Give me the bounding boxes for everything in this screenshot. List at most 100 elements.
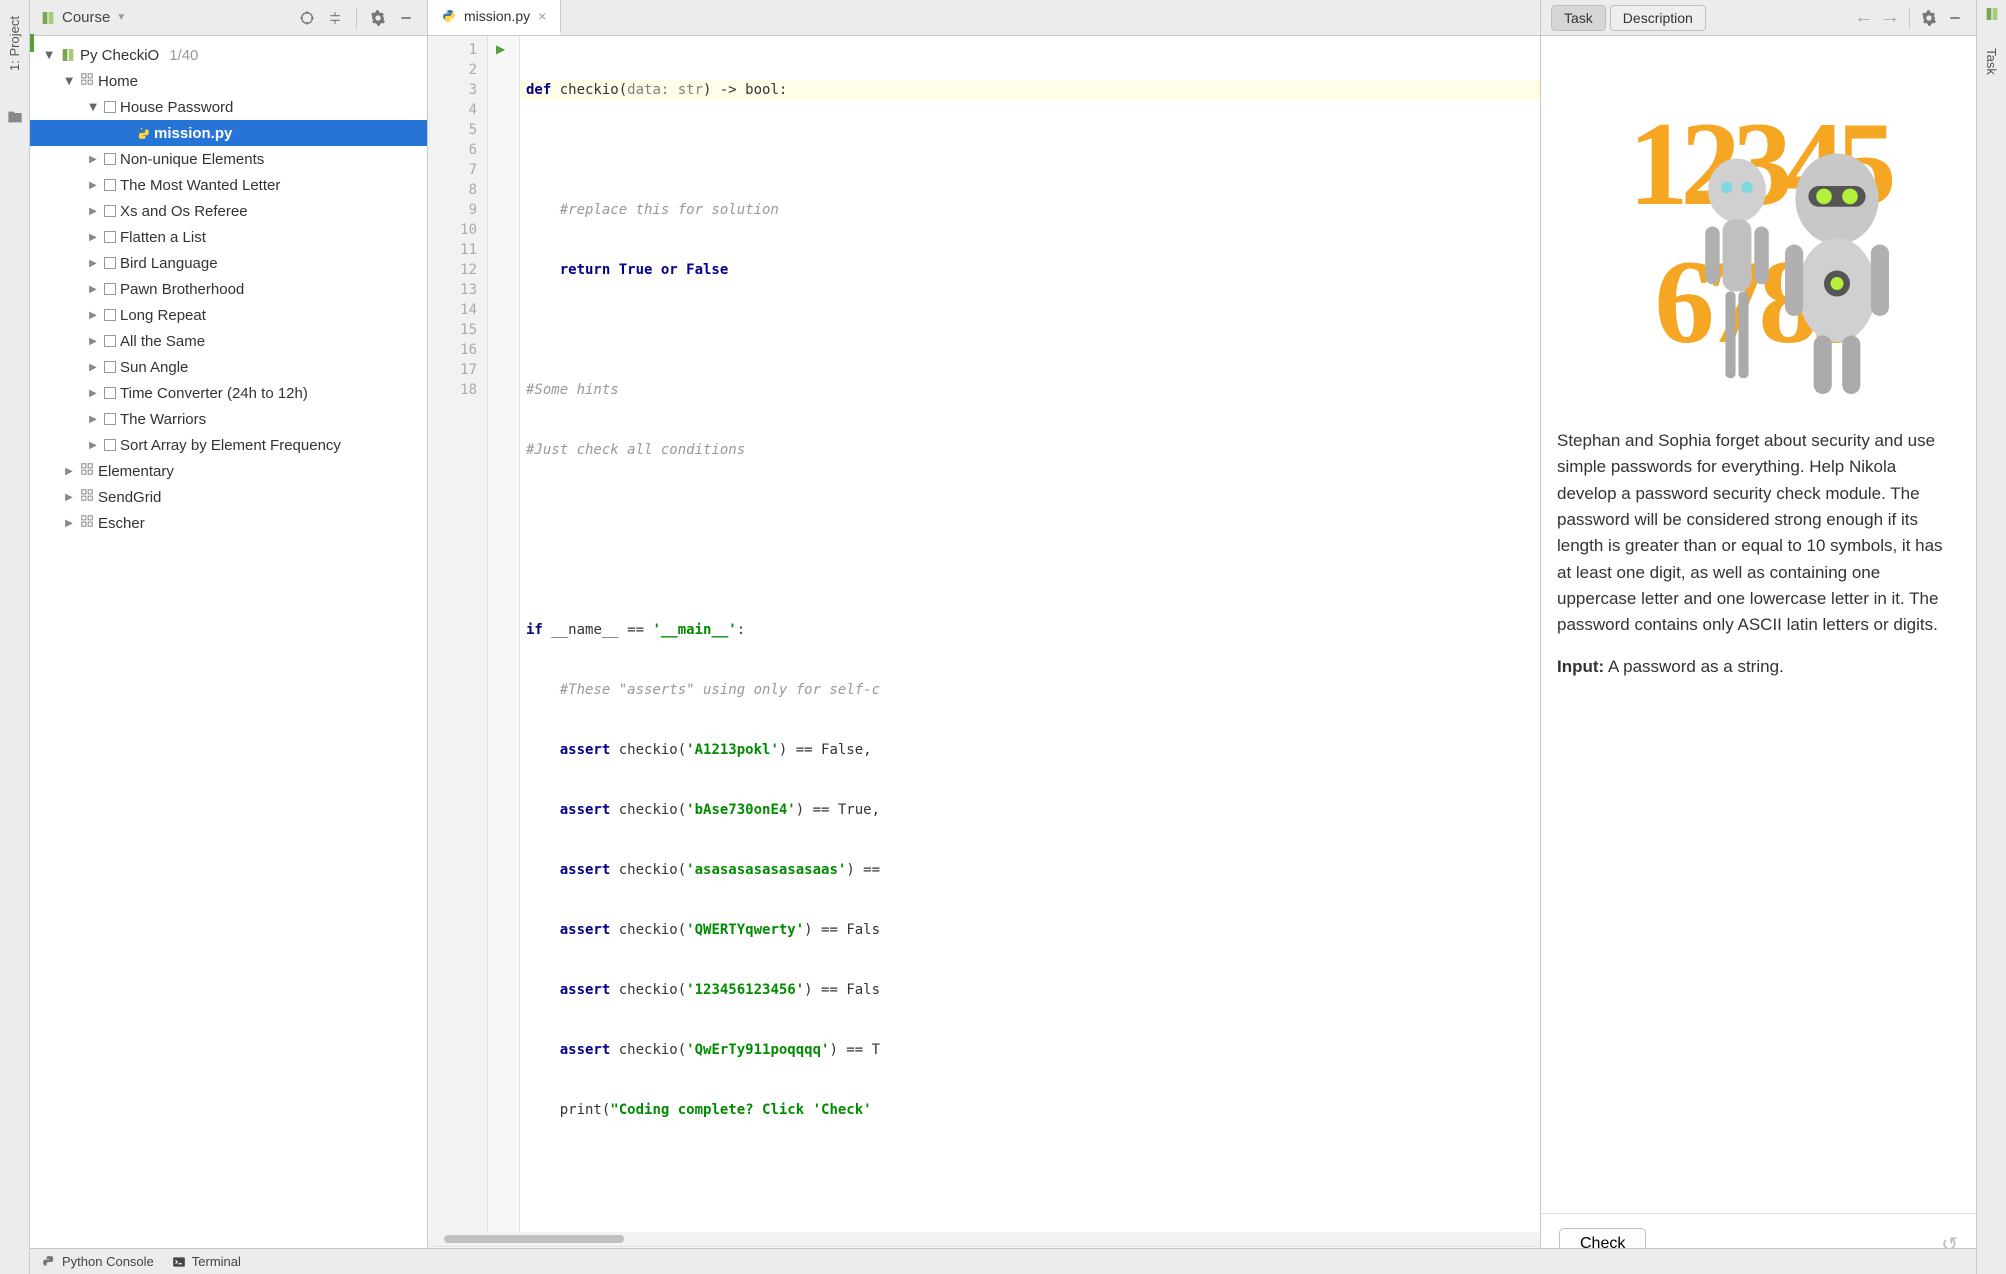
task-icon [104,179,116,191]
project-toolbar: Course ▼ [30,0,427,36]
tree-task-item[interactable]: ▶Bird Language [30,250,427,276]
prev-task-button[interactable]: ← [1853,7,1875,29]
tree-task-item[interactable]: ▶Xs and Os Referee [30,198,427,224]
minimize-button[interactable] [1944,7,1966,29]
grid-icon [80,462,94,480]
task-description-text: Stephan and Sophia forget about security… [1557,428,1960,639]
python-file-icon [136,126,150,140]
editor-tabs: mission.py × [428,0,1540,36]
minimize-button[interactable] [395,7,417,29]
task-icon [104,283,116,295]
tree-home[interactable]: ▶ Home [30,68,427,94]
tree-group-item[interactable]: ▶ SendGrid [30,484,427,510]
task-icon [104,101,116,113]
tree-group-item[interactable]: ▶ Elementary [30,458,427,484]
root-label: Py CheckiO [80,47,159,64]
tree-task-item[interactable]: ▶Flatten a List [30,224,427,250]
expand-arrow-icon: ▶ [86,336,100,347]
editor-body: 1 2 3 4 5 6 7 8 9 10 11 12 13 14 15 16 1… [428,36,1540,1232]
task-tab[interactable]: Task [1551,5,1606,31]
task-label: Non-unique Elements [120,151,264,168]
expand-arrow-icon: ▶ [62,466,76,477]
expand-arrow-icon: ▶ [86,180,100,191]
tab-label: mission.py [464,8,530,24]
tree-task-item[interactable]: ▶ The Warriors [30,406,427,432]
expand-arrow-icon: ▶ [86,232,100,243]
python-console-button[interactable]: Python Console [42,1254,154,1269]
tree-root[interactable]: ▶ Py CheckiO 1/40 [30,42,427,68]
collapse-all-button[interactable] [324,7,346,29]
expand-arrow-icon: ▶ [86,284,100,295]
line-number: 14 [428,300,487,320]
close-tab-button[interactable]: × [538,8,546,24]
grid-icon [80,488,94,506]
tree-task-item[interactable]: ▶ The Most Wanted Letter [30,172,427,198]
grid-icon [80,514,94,532]
project-panel: Course ▼ ▶ Py CheckiO 1/40 ▶ Home ▶ [30,0,428,1274]
line-number: 11 [428,240,487,260]
project-tool-window[interactable]: 1: Project [7,16,22,71]
toolbar-title[interactable]: Course ▼ [40,9,290,26]
task-label: Pawn Brotherhood [120,281,244,298]
group-label: SendGrid [98,489,161,506]
task-icon [104,231,116,243]
toolbar-label-text: Course [62,9,110,26]
run-icon[interactable]: ▶ [496,42,505,56]
line-number: 5 [428,120,487,140]
task-label: House Password [120,99,233,116]
status-bar: Python Console Terminal [30,1248,1976,1274]
folder-icon [7,109,23,125]
locate-button[interactable] [296,7,318,29]
completion-indicator [30,34,34,52]
expand-arrow-icon: ▶ [88,100,99,114]
horizontal-scrollbar[interactable] [428,1232,1540,1246]
tree-task-item[interactable]: ▶Non-unique Elements [30,146,427,172]
description-tab[interactable]: Description [1610,5,1706,31]
python-icon [42,1255,56,1269]
settings-button[interactable] [367,7,389,29]
tree-task-item[interactable]: ▶ All the Same [30,328,427,354]
task-label: All the Same [120,333,205,350]
task-label: Long Repeat [120,307,206,324]
settings-button[interactable] [1918,7,1940,29]
group-label: Elementary [98,463,174,480]
line-number: 17 [428,360,487,380]
task-label: Bird Language [120,255,218,272]
task-icon [104,413,116,425]
line-number: 8 [428,180,487,200]
next-task-button[interactable]: → [1879,7,1901,29]
tree-task-item[interactable]: ▶Sun Angle [30,354,427,380]
task-label: The Most Wanted Letter [120,177,280,194]
line-number: 7 [428,160,487,180]
tree-task-item[interactable]: ▶ Long Repeat [30,302,427,328]
editor-tab[interactable]: mission.py × [428,0,561,35]
expand-arrow-icon: ▶ [86,310,100,321]
tree-house-password[interactable]: ▶ House Password [30,94,427,120]
task-toolbar: Task Description ← → [1541,0,1976,36]
tree-task-item[interactable]: ▶Time Converter (24h to 12h) [30,380,427,406]
task-tool-window[interactable]: Task [1984,48,1999,75]
tree-mission-file[interactable]: mission.py [30,120,427,146]
root-progress: 1/40 [169,47,198,64]
code-editor[interactable]: def checkio(data: str) -> bool: #replace… [520,36,1540,1232]
expand-arrow-icon: ▶ [86,440,100,451]
line-number-gutter: 1 2 3 4 5 6 7 8 9 10 11 12 13 14 15 16 1… [428,36,488,1232]
task-icon [104,361,116,373]
line-number: 4 [428,100,487,120]
terminal-button[interactable]: Terminal [172,1254,241,1269]
task-label: Sun Angle [120,359,188,376]
task-icon [104,335,116,347]
tree-task-item[interactable]: ▶ Pawn Brotherhood [30,276,427,302]
task-label: The Warriors [120,411,206,428]
expand-arrow-icon: ▶ [86,414,100,425]
run-gutter: ▶ [488,36,520,1232]
expand-arrow-icon: ▶ [62,492,76,503]
line-number: 13 [428,280,487,300]
line-number: 6 [428,140,487,160]
expand-arrow-icon: ▶ [44,48,55,62]
tree-task-item[interactable]: ▶Sort Array by Element Frequency [30,432,427,458]
separator [356,7,357,29]
task-icon [104,257,116,269]
line-number: 15 [428,320,487,340]
tree-group-item[interactable]: ▶Escher [30,510,427,536]
